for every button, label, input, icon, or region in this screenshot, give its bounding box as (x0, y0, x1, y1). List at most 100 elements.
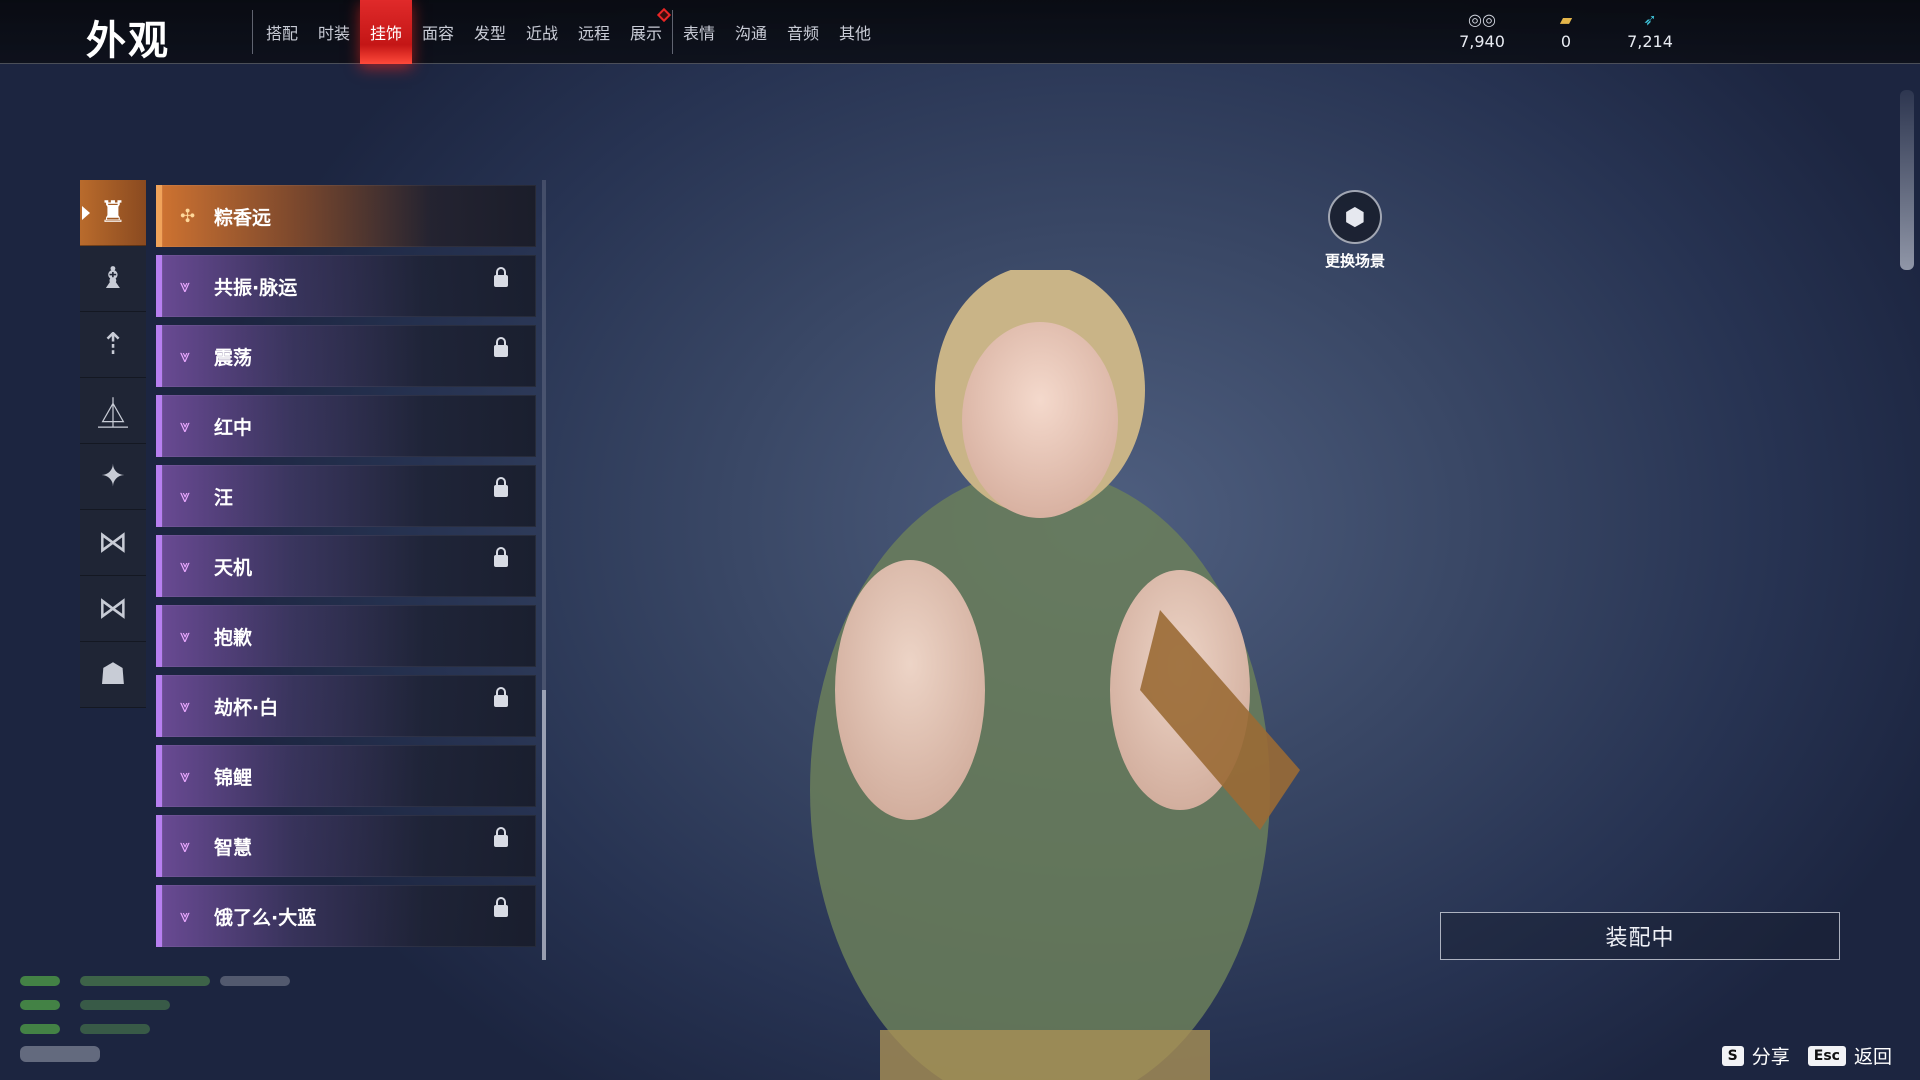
back-key: Esc (1807, 1045, 1846, 1066)
lock-icon (494, 267, 508, 287)
equipped-button[interactable]: 装配中 (1440, 912, 1840, 960)
cube-icon: ⬢ (1328, 190, 1382, 244)
list-item[interactable]: ⩔ 红中 (156, 395, 536, 457)
tab-communication[interactable]: 沟通 (725, 0, 777, 64)
item-name: 红中 (214, 416, 253, 439)
epic-quality-icon: ⩔ (180, 835, 191, 857)
key-hints: S 分享 Esc 返回 (1721, 1042, 1892, 1069)
list-scrollbar-thumb[interactable] (542, 690, 546, 960)
currency-silver-value: 7,940 (1459, 32, 1505, 51)
tab-face[interactable]: 面容 (412, 0, 464, 64)
category-body-effect[interactable]: ✦ (80, 444, 146, 510)
lock-icon (494, 477, 508, 497)
list-item[interactable]: ⩔ 汪 (156, 465, 536, 527)
category-helmet-ornament[interactable]: ♜ (80, 180, 146, 246)
epic-quality-icon: ⩔ (180, 275, 191, 297)
legendary-quality-icon: ✣ (180, 205, 196, 227)
shoulder-ornament-icon: ⏅ (98, 396, 128, 432)
share-hint[interactable]: S 分享 (1721, 1042, 1790, 1069)
tab-audio[interactable]: 音频 (777, 0, 829, 64)
currency-jade-value: 7,214 (1627, 32, 1673, 51)
lock-icon (494, 547, 508, 567)
item-name: 汪 (214, 486, 234, 509)
title-divider (252, 10, 253, 54)
epic-quality-icon: ⩔ (180, 695, 191, 717)
share-key: S (1721, 1045, 1744, 1066)
currency-gold[interactable]: ▰ 0 (1524, 10, 1608, 51)
list-item[interactable]: ⩔ 智慧 (156, 815, 536, 877)
tab-bar: 搭配 时装 挂饰 面容 发型 近战 远程 展示 表情 沟通 音频 其他 (256, 0, 881, 64)
item-name: 劫杯·白 (214, 696, 279, 719)
item-name: 智慧 (214, 836, 253, 859)
item-name: 天机 (214, 556, 253, 579)
tab-other[interactable]: 其他 (829, 0, 881, 64)
character-model (810, 270, 1300, 1080)
helmet-ornament-icon: ♜ (99, 195, 127, 230)
back-hint[interactable]: Esc 返回 (1807, 1042, 1892, 1069)
epic-quality-icon: ⩔ (180, 345, 191, 367)
list-item[interactable]: ⩔ 饿了么·大蓝 (156, 885, 536, 947)
item-name: 饿了么·大蓝 (214, 906, 317, 929)
tab-fashion[interactable]: 时装 (308, 0, 360, 64)
category-back-ornament[interactable]: ♝ (80, 246, 146, 312)
item-name: 锦鲤 (214, 766, 253, 789)
back-ornament-icon: ♝ (99, 261, 127, 296)
category-sidebar: ♜ ♝ ⇡ ⏅ ✦ ⋈ ⋈ ☗ (80, 180, 146, 708)
lock-icon (494, 897, 508, 917)
category-wing-ornament[interactable]: ⋈ (80, 510, 146, 576)
list-item[interactable]: ⩔ 天机 (156, 535, 536, 597)
blurred-hud (20, 976, 290, 1062)
jade-feather-icon: ➶ (1643, 10, 1657, 29)
lock-icon (494, 687, 508, 707)
category-mask[interactable]: ☗ (80, 642, 146, 708)
waist-ornament-icon: ⇡ (100, 327, 126, 362)
change-scene-label: 更换场景 (1324, 252, 1385, 270)
list-item[interactable]: ⩔ 抱歉 (156, 605, 536, 667)
currency-bar: ◎◎ 7,940 ▰ 0 ➶ 7,214 (1440, 10, 1692, 51)
share-label: 分享 (1751, 1046, 1790, 1068)
epic-quality-icon: ⩔ (180, 765, 191, 787)
scroll-indicator (1900, 90, 1914, 270)
tab-outfit[interactable]: 搭配 (256, 0, 308, 64)
item-name: 震荡 (214, 346, 253, 369)
tab-ornament[interactable]: 挂饰 (360, 0, 412, 64)
category-wing-alt[interactable]: ⋈ (80, 576, 146, 642)
gold-ticket-icon: ▰ (1559, 10, 1573, 29)
currency-jade[interactable]: ➶ 7,214 (1608, 10, 1692, 51)
list-item[interactable]: ⩔ 共振·脉运 (156, 255, 536, 317)
silver-coin-icon: ◎◎ (1468, 10, 1496, 29)
tab-melee[interactable]: 近战 (516, 0, 568, 64)
currency-gold-value: 0 (1560, 32, 1572, 51)
lock-icon (494, 337, 508, 357)
mask-icon: ☗ (99, 657, 127, 692)
tab-display-label: 展示 (629, 24, 662, 43)
item-name: 抱歉 (214, 626, 253, 649)
ornament-list: ✣ 粽香远 ⩔ 共振·脉运 ⩔ 震荡 ⩔ 红中 ⩔ 汪 ⩔ 天机 ⩔ 抱歉 ⩔ … (156, 185, 536, 955)
body-effect-icon: ✦ (100, 459, 126, 494)
list-item[interactable]: ⩔ 劫杯·白 (156, 675, 536, 737)
category-waist-ornament[interactable]: ⇡ (80, 312, 146, 378)
wing-ornament-icon: ⋈ (98, 525, 128, 560)
epic-quality-icon: ⩔ (180, 485, 191, 507)
change-scene-button[interactable]: ⬢ 更换场景 (1322, 190, 1388, 271)
list-item[interactable]: ⩔ 锦鲤 (156, 745, 536, 807)
lock-icon (494, 827, 508, 847)
tab-display[interactable]: 展示 (620, 0, 672, 64)
list-item[interactable]: ⩔ 震荡 (156, 325, 536, 387)
tab-emote[interactable]: 表情 (673, 0, 725, 64)
item-name: 共振·脉运 (214, 276, 298, 299)
tab-hairstyle[interactable]: 发型 (464, 0, 516, 64)
category-shoulder-ornament[interactable]: ⏅ (80, 378, 146, 444)
list-item[interactable]: ✣ 粽香远 (156, 185, 536, 247)
top-bar: 外观 搭配 时装 挂饰 面容 发型 近战 远程 展示 表情 沟通 音频 其他 ◎… (0, 0, 1920, 64)
epic-quality-icon: ⩔ (180, 905, 191, 927)
epic-quality-icon: ⩔ (180, 415, 191, 437)
epic-quality-icon: ⩔ (180, 555, 191, 577)
wing-alt-icon: ⋈ (98, 591, 128, 626)
tab-ranged[interactable]: 远程 (568, 0, 620, 64)
epic-quality-icon: ⩔ (180, 625, 191, 647)
item-name: 粽香远 (214, 206, 272, 229)
page-title: 外观 (86, 18, 170, 64)
back-label: 返回 (1853, 1046, 1892, 1068)
currency-silver[interactable]: ◎◎ 7,940 (1440, 10, 1524, 51)
